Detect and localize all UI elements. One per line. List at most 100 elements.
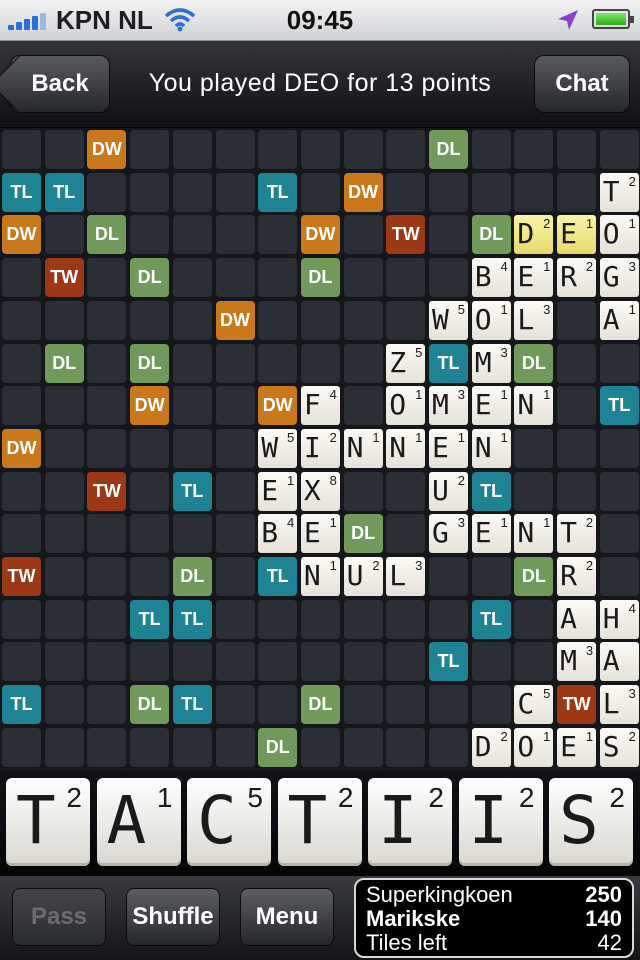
board-square[interactable] xyxy=(172,300,212,340)
board-square[interactable] xyxy=(343,258,383,298)
board-square[interactable] xyxy=(87,172,127,212)
board-square[interactable] xyxy=(557,130,597,169)
premium-square-dl[interactable]: DL xyxy=(258,727,298,767)
board-square[interactable] xyxy=(87,685,127,725)
board-square[interactable] xyxy=(2,642,41,682)
board-square[interactable] xyxy=(87,514,127,554)
board-square[interactable] xyxy=(471,557,511,596)
premium-square-tl[interactable]: TL xyxy=(172,685,212,725)
premium-square-tl[interactable]: TL xyxy=(258,557,298,596)
board-square[interactable] xyxy=(130,172,170,212)
board-square[interactable] xyxy=(215,386,255,426)
board-square[interactable] xyxy=(87,386,127,426)
board-square[interactable] xyxy=(130,727,170,767)
board-square[interactable] xyxy=(44,727,84,767)
board-tile[interactable]: N1 xyxy=(514,386,554,426)
premium-square-tl[interactable]: TL xyxy=(172,471,212,511)
rack-tile[interactable]: I2 xyxy=(458,778,543,866)
board-tile[interactable]: N1 xyxy=(343,428,383,468)
board-tile[interactable]: W5 xyxy=(429,300,468,340)
board-square[interactable] xyxy=(429,599,468,639)
board-square[interactable] xyxy=(514,172,554,212)
board-square[interactable] xyxy=(87,642,127,682)
board-square[interactable] xyxy=(2,386,41,426)
board-square[interactable] xyxy=(300,343,340,383)
board-square[interactable] xyxy=(343,343,383,383)
board-square[interactable] xyxy=(429,172,468,212)
premium-square-dl[interactable]: DL xyxy=(44,343,84,383)
board-square[interactable] xyxy=(343,215,383,255)
board-square[interactable] xyxy=(130,300,170,340)
premium-square-tl[interactable]: TL xyxy=(599,386,639,426)
premium-square-tl[interactable]: TL xyxy=(258,172,298,212)
board-tile[interactable]: I2 xyxy=(300,428,340,468)
board-square[interactable] xyxy=(343,727,383,767)
board-square[interactable] xyxy=(87,258,127,298)
premium-square-tw[interactable]: TW xyxy=(386,215,426,255)
board-tile[interactable]: D2 xyxy=(471,727,511,767)
board-square[interactable] xyxy=(557,428,597,468)
premium-square-tw[interactable]: TW xyxy=(2,557,41,596)
board-tile[interactable]: Z5 xyxy=(386,343,426,383)
board-square[interactable] xyxy=(599,343,639,383)
premium-square-dl[interactable]: DL xyxy=(429,130,468,169)
board-square[interactable] xyxy=(386,471,426,511)
board-square[interactable] xyxy=(2,471,41,511)
board-square[interactable] xyxy=(172,514,212,554)
board-tile[interactable]: O1 xyxy=(514,727,554,767)
board-square[interactable] xyxy=(599,514,639,554)
board-square[interactable] xyxy=(172,386,212,426)
premium-square-tl[interactable]: TL xyxy=(44,172,84,212)
premium-square-tw[interactable]: TW xyxy=(44,258,84,298)
premium-square-dl[interactable]: DL xyxy=(300,685,340,725)
board-square[interactable] xyxy=(44,685,84,725)
board-square[interactable] xyxy=(215,428,255,468)
premium-square-tl[interactable]: TL xyxy=(471,599,511,639)
board-square[interactable] xyxy=(130,428,170,468)
premium-square-tw[interactable]: TW xyxy=(87,471,127,511)
board-square[interactable] xyxy=(300,727,340,767)
shuffle-button[interactable]: Shuffle xyxy=(126,888,220,946)
board-square[interactable] xyxy=(130,514,170,554)
board-square[interactable] xyxy=(130,215,170,255)
board-square[interactable] xyxy=(599,557,639,596)
board-square[interactable] xyxy=(471,172,511,212)
board-square[interactable] xyxy=(258,215,298,255)
board-square[interactable] xyxy=(343,642,383,682)
board-tile[interactable]: H4 xyxy=(599,599,639,639)
board-square[interactable] xyxy=(386,300,426,340)
board-square[interactable] xyxy=(429,727,468,767)
board-square[interactable] xyxy=(258,130,298,169)
board-square[interactable] xyxy=(215,258,255,298)
board-square[interactable] xyxy=(172,130,212,169)
board-tile[interactable]: T2 xyxy=(599,172,639,212)
premium-square-tl[interactable]: TL xyxy=(2,685,41,725)
premium-square-dl[interactable]: DL xyxy=(343,514,383,554)
board-tile[interactable]: F4 xyxy=(300,386,340,426)
premium-square-tl[interactable]: TL xyxy=(429,343,468,383)
premium-square-dl[interactable]: DL xyxy=(87,215,127,255)
board-square[interactable] xyxy=(215,727,255,767)
game-board[interactable]: DW DL TL TL TL DW T 2 DW DL DW TW DL D 2 E 1 O 1 TW DL DL B 4 E 1… xyxy=(0,128,640,769)
board-tile[interactable]: N1 xyxy=(514,514,554,554)
board-tile-new[interactable]: E1 xyxy=(557,215,597,255)
board-square[interactable] xyxy=(557,300,597,340)
board-tile[interactable]: S2 xyxy=(599,727,639,767)
board-square[interactable] xyxy=(599,130,639,169)
board-square[interactable] xyxy=(300,172,340,212)
board-square[interactable] xyxy=(215,514,255,554)
board-tile[interactable]: O1 xyxy=(471,300,511,340)
board-square[interactable] xyxy=(514,599,554,639)
premium-square-dw[interactable]: DW xyxy=(215,300,255,340)
board-tile[interactable]: M3 xyxy=(429,386,468,426)
board-square[interactable] xyxy=(557,343,597,383)
premium-square-tl[interactable]: TL xyxy=(172,599,212,639)
premium-square-tl[interactable]: TL xyxy=(471,471,511,511)
board-square[interactable] xyxy=(300,300,340,340)
board-square[interactable] xyxy=(258,300,298,340)
board-square[interactable] xyxy=(343,130,383,169)
premium-square-dw[interactable]: DW xyxy=(258,386,298,426)
board-square[interactable] xyxy=(172,172,212,212)
board-tile[interactable]: A xyxy=(557,599,597,639)
rack-tile[interactable]: T2 xyxy=(6,778,90,866)
